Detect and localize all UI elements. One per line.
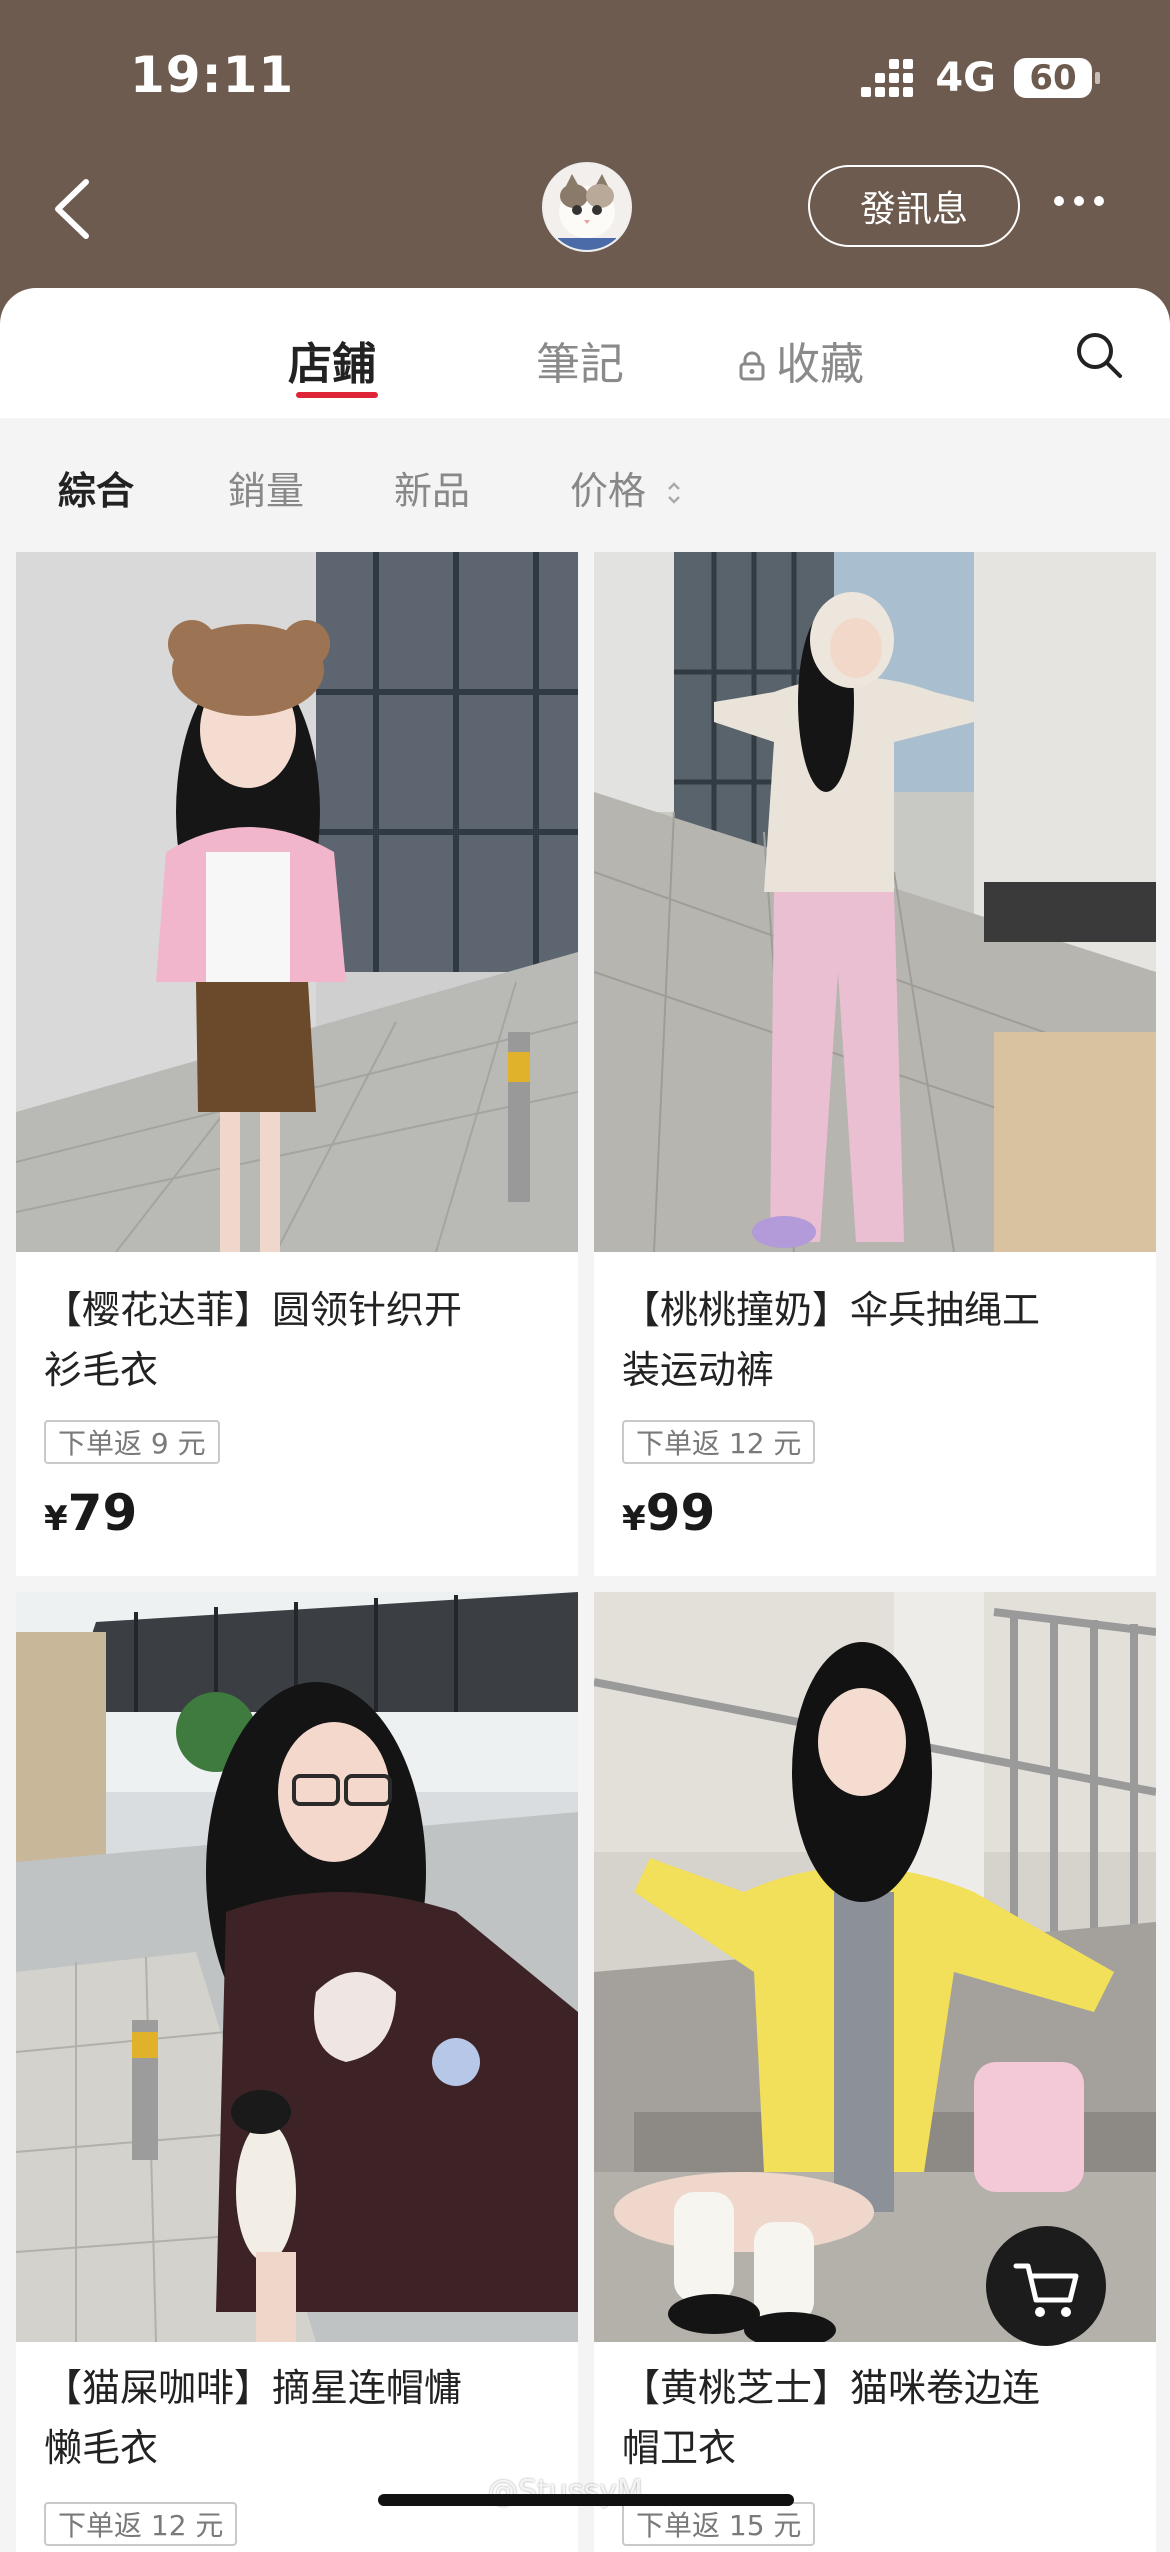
signal-icon [861, 59, 914, 97]
search-icon[interactable] [1074, 330, 1124, 380]
active-tab-indicator [296, 392, 378, 398]
status-time: 19:11 [130, 46, 295, 104]
rebate-badge: 下单返 9 元 [44, 1420, 220, 1464]
cat-avatar-icon [544, 164, 630, 250]
product-title: 【樱花达菲】圆领针织开 衫毛衣 [44, 1288, 463, 1392]
sort-arrows-icon [668, 482, 680, 504]
more-options-icon[interactable] [1054, 196, 1104, 206]
product-photo [16, 552, 578, 1252]
sort-new[interactable]: 新品 [394, 460, 470, 515]
home-indicator[interactable] [378, 2494, 794, 2506]
sort-price[interactable]: 价格 [570, 460, 684, 515]
header-bar: 19:11 4G 60 發訊息 [0, 0, 1170, 330]
back-icon[interactable] [48, 176, 98, 242]
rebate-badge: 下单返 12 元 [622, 1420, 816, 1464]
battery-level: 60 [1029, 58, 1077, 98]
send-message-button[interactable]: 發訊息 [808, 165, 1020, 247]
product-title: 【猫屎咖啡】摘星连帽慵 懒毛衣 [44, 2366, 463, 2470]
rebate-badge: 下单返 15 元 [622, 2502, 816, 2546]
sort-sales[interactable]: 銷量 [228, 460, 304, 515]
product-price: ¥79 [44, 1484, 138, 1542]
battery-icon: 60 [1014, 58, 1100, 98]
product-card[interactable]: 【黄桃芝士】猫咪卷边连 帽卫衣 下单返 15 元 [594, 1592, 1156, 2552]
product-title: 【桃桃撞奶】伞兵抽绳工 装运动裤 [622, 1288, 1041, 1392]
tab-bar: 店鋪 筆記 收藏 [0, 288, 1170, 418]
cart-icon [1013, 2263, 1079, 2317]
tab-notes[interactable]: 筆記 [536, 328, 624, 392]
product-photo [16, 1592, 578, 2342]
product-card[interactable]: 【猫屎咖啡】摘星连帽慵 懒毛衣 下单返 12 元 [16, 1592, 578, 2552]
product-photo [594, 552, 1156, 1252]
product-card[interactable]: 【桃桃撞奶】伞兵抽绳工 装运动裤 下单返 12 元 ¥99 [594, 552, 1156, 1576]
shop-avatar[interactable] [542, 162, 632, 252]
product-price: ¥99 [622, 1484, 716, 1542]
network-label: 4G [935, 55, 996, 101]
product-card[interactable]: 【樱花达菲】圆领针织开 衫毛衣 下单返 9 元 ¥79 [16, 552, 578, 1576]
tab-favorites[interactable]: 收藏 [738, 328, 864, 392]
tab-shop[interactable]: 店鋪 [288, 328, 376, 392]
rebate-badge: 下单返 12 元 [44, 2502, 238, 2546]
sort-comprehensive[interactable]: 綜合 [58, 460, 134, 515]
sort-bar: 綜合 銷量 新品 价格 [0, 418, 1170, 552]
lock-icon [739, 351, 765, 381]
cart-button[interactable] [986, 2226, 1106, 2346]
status-indicators: 4G 60 [861, 48, 1100, 108]
product-title: 【黄桃芝士】猫咪卷边连 帽卫衣 [622, 2366, 1041, 2470]
